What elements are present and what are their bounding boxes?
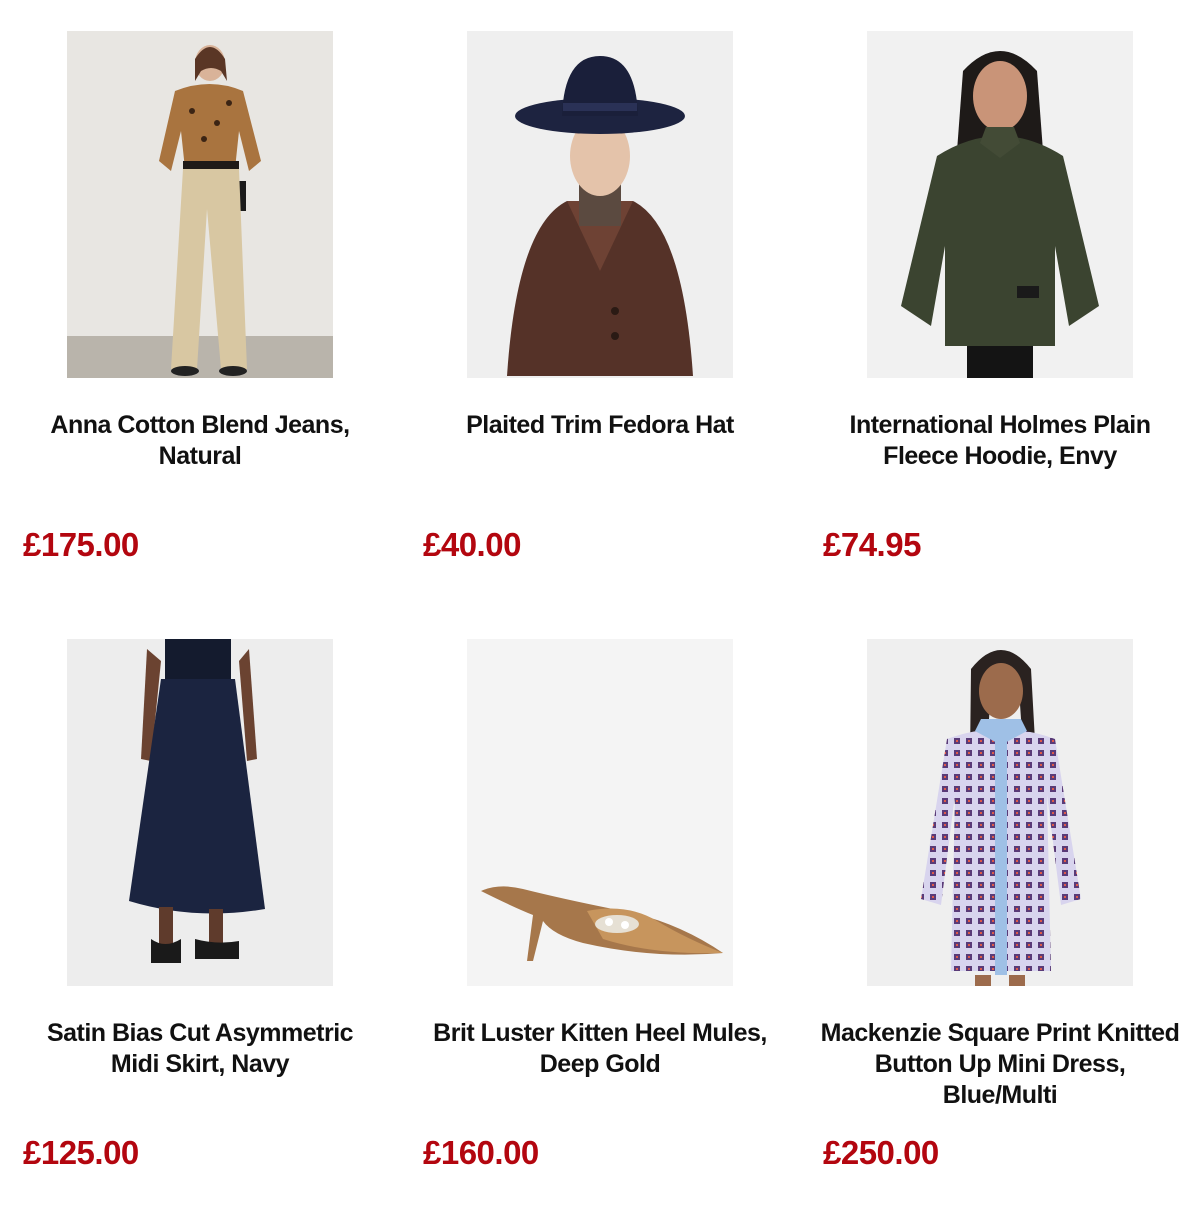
product-title[interactable]: Anna Cotton Blend Jeans, Natural bbox=[20, 410, 380, 472]
product-image[interactable] bbox=[467, 31, 733, 378]
product-price: £250.00 bbox=[823, 1134, 939, 1171]
product-price: £74.95 bbox=[823, 526, 921, 563]
woman-navy-fedora-icon bbox=[467, 31, 733, 378]
product-title[interactable]: Satin Bias Cut Asymmetric Midi Skirt, Na… bbox=[20, 1018, 380, 1080]
product-image[interactable] bbox=[467, 639, 733, 986]
navy-midi-skirt-icon bbox=[67, 639, 333, 986]
product-title[interactable]: Brit Luster Kitten Heel Mules, Deep Gold bbox=[420, 1018, 780, 1080]
product-card[interactable]: Brit Luster Kitten Heel Mules, Deep Gold… bbox=[400, 608, 800, 1216]
product-grid: Anna Cotton Blend Jeans, Natural £175.00… bbox=[0, 0, 1200, 1216]
woman-green-hoodie-icon bbox=[867, 31, 1133, 378]
product-image[interactable] bbox=[867, 639, 1133, 986]
product-image[interactable] bbox=[867, 31, 1133, 378]
product-price: £40.00 bbox=[423, 526, 521, 563]
product-card[interactable]: Plaited Trim Fedora Hat £40.00 bbox=[400, 0, 800, 608]
product-image[interactable] bbox=[67, 31, 333, 378]
product-price: £125.00 bbox=[23, 1134, 139, 1171]
woman-blue-print-dress-icon bbox=[867, 639, 1133, 986]
product-title[interactable]: Plaited Trim Fedora Hat bbox=[420, 410, 780, 441]
woman-leopard-blouse-icon bbox=[67, 31, 333, 378]
product-card[interactable]: Anna Cotton Blend Jeans, Natural £175.00 bbox=[0, 0, 400, 608]
product-title[interactable]: International Holmes Plain Fleece Hoodie… bbox=[820, 410, 1180, 472]
product-price: £175.00 bbox=[23, 526, 139, 563]
product-price: £160.00 bbox=[423, 1134, 539, 1171]
product-card[interactable]: Mackenzie Square Print Knitted Button Up… bbox=[800, 608, 1200, 1216]
product-card[interactable]: International Holmes Plain Fleece Hoodie… bbox=[800, 0, 1200, 608]
product-image[interactable] bbox=[67, 639, 333, 986]
product-title[interactable]: Mackenzie Square Print Knitted Button Up… bbox=[820, 1018, 1180, 1111]
gold-kitten-heel-mule-icon bbox=[467, 639, 733, 986]
product-card[interactable]: Satin Bias Cut Asymmetric Midi Skirt, Na… bbox=[0, 608, 400, 1216]
